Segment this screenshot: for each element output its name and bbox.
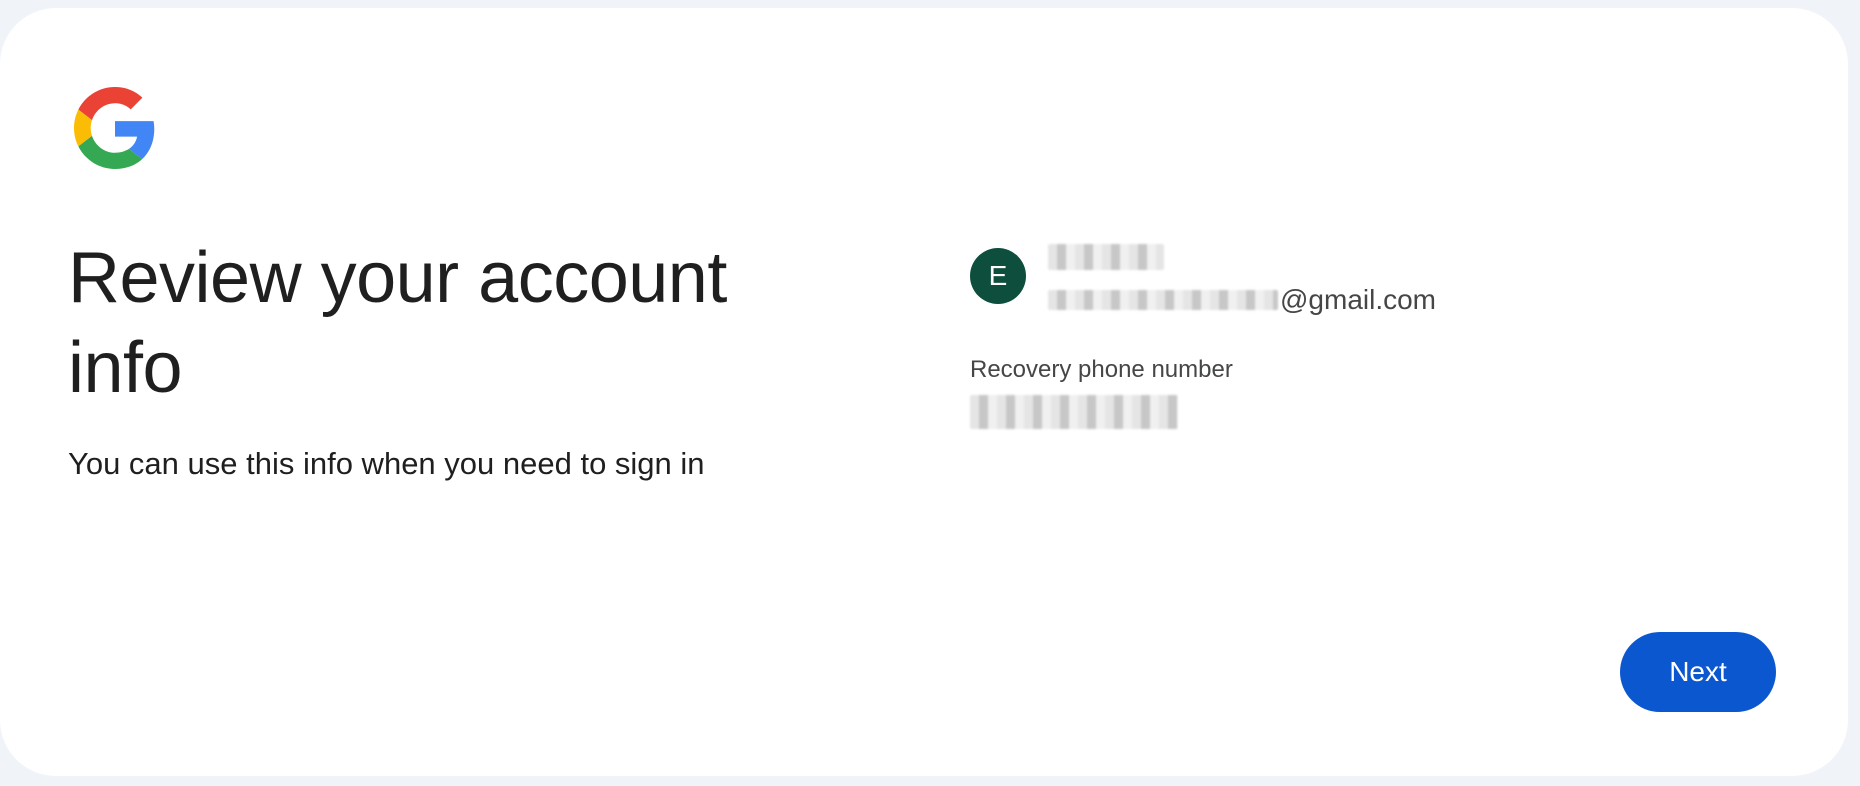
dialog-card: Review your account info You can use thi… bbox=[0, 8, 1848, 776]
page-subtitle: You can use this info when you need to s… bbox=[68, 446, 705, 481]
recovery-phone-label: Recovery phone number bbox=[970, 356, 1233, 383]
avatar: E bbox=[970, 248, 1026, 304]
email-domain: @gmail.com bbox=[1280, 284, 1437, 315]
google-logo-icon bbox=[74, 87, 156, 169]
account-name-redacted bbox=[1048, 244, 1164, 270]
recovery-phone-redacted bbox=[970, 395, 1178, 429]
next-button[interactable]: Next bbox=[1620, 632, 1776, 712]
page-title: Review your account info bbox=[68, 238, 727, 408]
email-username-redacted bbox=[1048, 290, 1278, 310]
account-email: @gmail.com bbox=[1048, 282, 1436, 318]
